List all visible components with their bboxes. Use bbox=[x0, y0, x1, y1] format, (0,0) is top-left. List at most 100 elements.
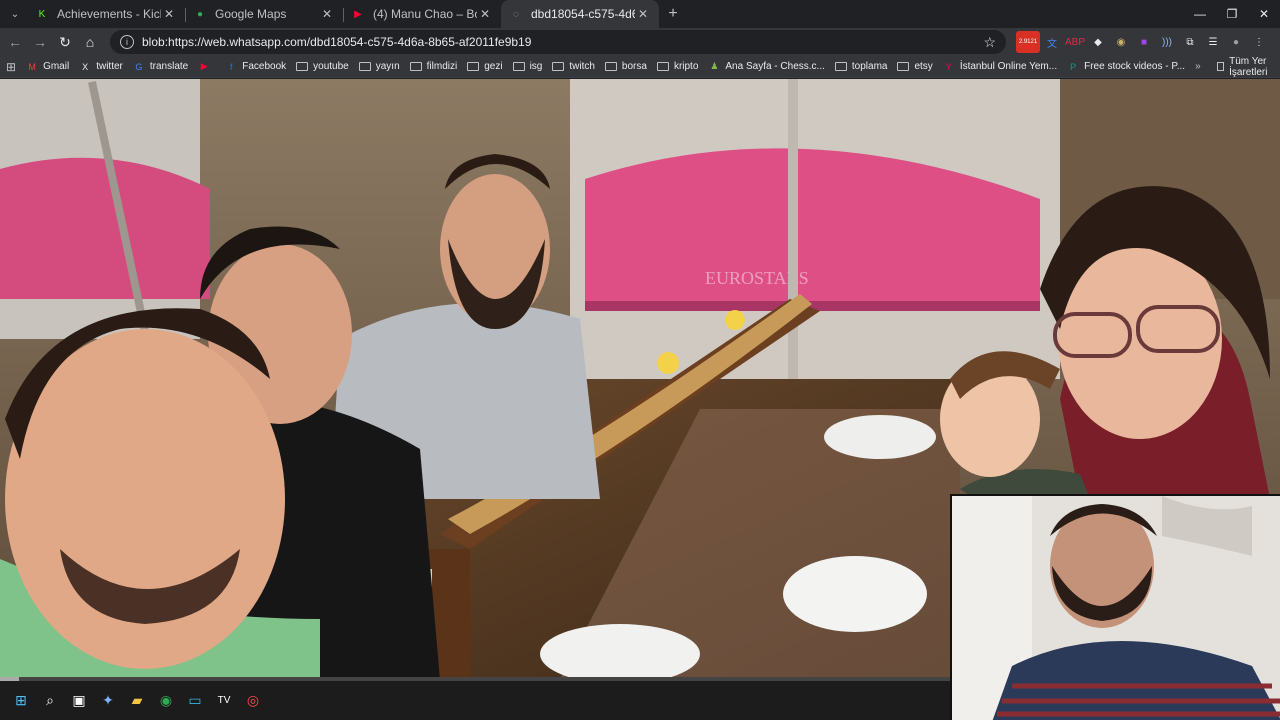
close-tab-icon[interactable]: ✕ bbox=[477, 7, 493, 21]
bookmark-link[interactable]: Gtranslate bbox=[133, 61, 188, 73]
video-progress-bar[interactable] bbox=[0, 677, 950, 681]
tab-title: (4) Manu Chao – Bongo Bong / bbox=[373, 7, 477, 21]
tradingview-icon[interactable]: TV bbox=[212, 689, 236, 713]
browser-tab[interactable]: K Achievements - Kick Dashboard✕ bbox=[27, 0, 185, 28]
bookmark-favicon-icon: X bbox=[82, 61, 89, 72]
bookmark-link[interactable]: ▶ bbox=[198, 61, 215, 73]
close-tab-icon[interactable]: ✕ bbox=[161, 7, 177, 21]
browser-tab[interactable]: ● Google Maps ✕ bbox=[185, 0, 343, 28]
puzzle-icon[interactable]: ⧉ bbox=[1179, 31, 1201, 53]
bookmark-folder[interactable]: youtube bbox=[296, 61, 349, 72]
bookmark-label: Facebook bbox=[242, 61, 287, 72]
folder-icon bbox=[552, 62, 565, 71]
forward-arrow-icon[interactable]: → bbox=[28, 30, 52, 54]
bookmark-folder[interactable]: etsy bbox=[897, 61, 933, 72]
home-icon[interactable]: ⌂ bbox=[78, 30, 102, 54]
window-controls: — ❐ ✕ bbox=[1184, 0, 1280, 28]
site-info-icon[interactable]: i bbox=[120, 35, 134, 49]
notification-badge-icon[interactable]: 2.9121 bbox=[1016, 31, 1040, 53]
bookmark-folder[interactable]: isg bbox=[512, 61, 543, 72]
bookmark-label: gezi bbox=[484, 61, 503, 72]
purple-extension-icon[interactable]: ■ bbox=[1133, 31, 1155, 53]
all-bookmarks-folder[interactable]: Tüm Yer İşaretleri bbox=[1216, 56, 1272, 78]
reload-icon[interactable]: ↻ bbox=[53, 30, 77, 54]
bookmark-label: Ana Sayfa - Chess.c... bbox=[725, 61, 825, 72]
windows-start-icon[interactable]: ⊞ bbox=[9, 689, 33, 713]
folder-icon bbox=[512, 62, 525, 71]
windows-taskbar: ⊞ ⌕ ▣ ✦ ▰ ◉ ▭ TV ◎ bbox=[0, 677, 950, 720]
bookmark-star-icon[interactable]: ☆ bbox=[983, 34, 996, 51]
recording-app-icon[interactable]: ◎ bbox=[241, 689, 265, 713]
bookmark-favicon-icon: G bbox=[135, 61, 143, 72]
chrome-icon[interactable]: ◉ bbox=[154, 689, 178, 713]
screen-app-icon[interactable]: ▭ bbox=[183, 689, 207, 713]
bookmark-link[interactable]: f Facebook bbox=[225, 61, 286, 73]
bookmark-link[interactable]: Xtwitter bbox=[79, 61, 123, 73]
bookmark-link[interactable]: ♟ Ana Sayfa - Chess.c... bbox=[708, 61, 825, 73]
browser-toolbar: ← → ↻ ⌂ i blob:https://web.whatsapp.com/… bbox=[0, 28, 1280, 56]
bookmark-folder[interactable]: filmdizi bbox=[409, 61, 458, 72]
new-tab-button[interactable]: + bbox=[659, 5, 687, 23]
task-view-icon[interactable]: ▣ bbox=[67, 689, 91, 713]
diamond-icon[interactable]: ◆ bbox=[1087, 31, 1109, 53]
bookmark-label: translate bbox=[149, 61, 189, 72]
browser-tab[interactable]: ▶ (4) Manu Chao – Bongo Bong /✕ bbox=[343, 0, 501, 28]
bookmark-folder[interactable]: borsa bbox=[604, 61, 647, 72]
close-tab-icon[interactable]: ✕ bbox=[319, 7, 335, 21]
bookmark-link[interactable]: Y İstanbul Online Yem... bbox=[943, 61, 1057, 73]
restore-icon[interactable]: ❐ bbox=[1216, 0, 1248, 28]
webcam-overlay bbox=[950, 494, 1280, 720]
close-window-icon[interactable]: ✕ bbox=[1248, 0, 1280, 28]
bookmark-folder[interactable]: toplama bbox=[834, 61, 888, 72]
kebab-menu-icon[interactable]: ⋮ bbox=[1248, 31, 1270, 53]
close-tab-icon[interactable]: ✕ bbox=[635, 7, 651, 21]
folder-icon bbox=[467, 62, 480, 71]
bookmarks-overflow-icon[interactable]: » bbox=[1195, 61, 1201, 72]
search-icon[interactable]: ⌕ bbox=[38, 689, 62, 713]
folder-icon bbox=[409, 62, 422, 71]
bookmarks-bar: ⊞ M Gmail Xtwitter Gtranslate ▶ f Facebook yout… bbox=[0, 56, 1280, 78]
bookmark-folder[interactable]: kripto bbox=[656, 61, 699, 72]
bookmark-folder[interactable]: twitch bbox=[552, 61, 595, 72]
folder-icon bbox=[358, 62, 371, 71]
bookmark-label: yayın bbox=[375, 61, 400, 72]
back-arrow-icon[interactable]: ← bbox=[3, 30, 27, 54]
tab-title: Achievements - Kick Dashboard bbox=[57, 7, 161, 21]
bookmark-label: Free stock videos - P... bbox=[1084, 61, 1186, 72]
profile-avatar-icon[interactable]: ● bbox=[1225, 31, 1247, 53]
apps-grid-icon[interactable]: ⊞ bbox=[6, 60, 16, 74]
folder-icon bbox=[604, 62, 617, 71]
browser-tab[interactable]: ◌ dbd18054-c575-4d6a-8b65-af2✕ bbox=[501, 0, 659, 28]
file-explorer-icon[interactable]: ▰ bbox=[125, 689, 149, 713]
bookmark-folder[interactable]: gezi bbox=[467, 61, 503, 72]
bookmark-label: kripto bbox=[673, 61, 699, 72]
bookmark-label: Gmail bbox=[43, 61, 70, 72]
audio-wave-icon[interactable]: ))) bbox=[1156, 31, 1178, 53]
bookmark-label: İstanbul Online Yem... bbox=[959, 61, 1058, 72]
address-bar[interactable]: i blob:https://web.whatsapp.com/dbd18054… bbox=[110, 30, 1006, 54]
bookmark-favicon-icon: ▶ bbox=[200, 61, 208, 71]
bookmark-favicon-icon: P bbox=[1070, 61, 1077, 72]
globe-icon: ◌ bbox=[513, 8, 519, 20]
folder-icon bbox=[897, 62, 910, 71]
copilot-icon[interactable]: ✦ bbox=[96, 689, 120, 713]
bookmark-label: youtube bbox=[313, 61, 349, 72]
reading-list-icon[interactable]: ☰ bbox=[1202, 31, 1224, 53]
translate-icon[interactable]: 文 bbox=[1041, 31, 1063, 53]
bookmark-label: twitch bbox=[569, 61, 595, 72]
bookmark-label: filmdizi bbox=[426, 61, 458, 72]
bookmark-label: twitter bbox=[96, 61, 123, 72]
tab-search-chevron-icon[interactable]: ⌄ bbox=[3, 3, 27, 25]
youtube-icon: ▶ bbox=[354, 8, 362, 20]
folder-icon bbox=[834, 62, 847, 71]
minimize-icon[interactable]: — bbox=[1184, 0, 1216, 28]
bookmark-folder[interactable]: yayın bbox=[358, 61, 400, 72]
url-text: blob:https://web.whatsapp.com/dbd18054-c… bbox=[142, 35, 532, 49]
bookmark-link[interactable]: P Free stock videos - P... bbox=[1067, 61, 1185, 73]
owl-icon[interactable]: ◉ bbox=[1110, 31, 1132, 53]
adblock-icon[interactable]: ABP bbox=[1064, 31, 1086, 53]
bookmark-label: toplama bbox=[851, 61, 888, 72]
bookmark-label: isg bbox=[529, 61, 543, 72]
tab-strip: ⌄ KAchievements - Kick Dashboard✕●Google… bbox=[0, 0, 1280, 28]
bookmark-link[interactable]: M Gmail bbox=[26, 61, 69, 73]
